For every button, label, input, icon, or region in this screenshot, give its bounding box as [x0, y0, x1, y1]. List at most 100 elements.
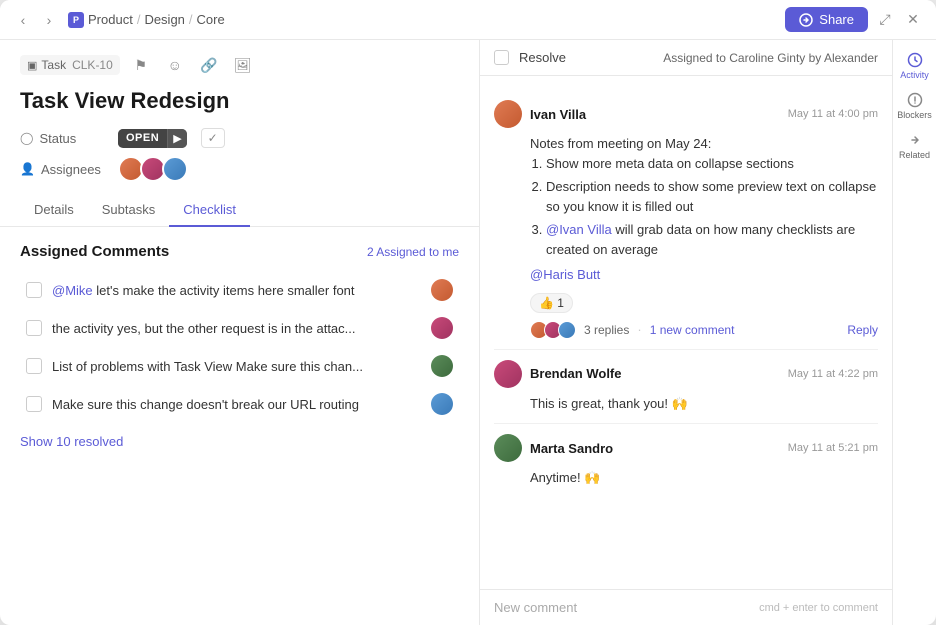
check-box-2[interactable]: [26, 320, 42, 336]
blockers-label: Blockers: [897, 110, 932, 120]
comment-header-brendan: Brendan Wolfe May 11 at 4:22 pm: [494, 360, 878, 388]
status-check-button[interactable]: ✓: [201, 128, 225, 148]
marta-author: Marta Sandro: [530, 441, 613, 456]
tabs: Details Subtasks Checklist: [0, 194, 479, 227]
item-text-1: @Mike let's make the activity items here…: [52, 283, 421, 298]
status-badge[interactable]: OPEN ▶: [118, 129, 187, 148]
item-avatar-1: [431, 279, 453, 301]
breadcrumb-core[interactable]: Core: [197, 12, 225, 27]
flag-button[interactable]: ⚑: [128, 52, 154, 78]
thread-meta: 3 replies · 1 new comment Reply: [494, 321, 878, 339]
list-item-3: @Ivan Villa will grab data on how many c…: [546, 220, 878, 259]
breadcrumb: P Product / Design / Core: [68, 12, 225, 28]
task-meta-bar: ▣ Task CLK-10 ⚑ ☺ 🔗 🖼: [20, 52, 459, 78]
marta-text: Anytime! 🙌: [530, 470, 600, 485]
brendan-body: This is great, thank you! 🙌: [494, 394, 878, 414]
check-box-4[interactable]: [26, 396, 42, 412]
tab-subtasks[interactable]: Subtasks: [88, 194, 169, 227]
reaction-bar: 👍 1: [494, 293, 878, 313]
brendan-author: Brendan Wolfe: [530, 366, 622, 381]
list-item-2: Description needs to show some preview t…: [546, 177, 878, 216]
show-resolved-link[interactable]: Show 10 resolved: [20, 434, 459, 449]
breadcrumb-sep-2: /: [189, 12, 193, 27]
tab-details[interactable]: Details: [20, 194, 88, 227]
task-type-badge: ▣ Task CLK-10: [20, 55, 120, 75]
item-text-2: the activity yes, but the other request …: [52, 321, 421, 336]
expand-button[interactable]: ⤢: [874, 9, 896, 31]
titlebar-actions: Share ⤢ ✕: [785, 7, 924, 32]
assigned-badge[interactable]: 2 Assigned to me: [367, 245, 459, 259]
thread-avatars: [530, 321, 576, 339]
activity-label: Activity: [900, 70, 929, 80]
status-text: OPEN: [118, 129, 167, 147]
close-button[interactable]: ✕: [902, 9, 924, 31]
checklist-item[interactable]: Make sure this change doesn't break our …: [20, 386, 459, 422]
assignees-icon: 👤: [20, 162, 35, 176]
item-text-4: Make sure this change doesn't break our …: [52, 397, 421, 412]
status-label: ◯ Status: [20, 131, 110, 146]
titlebar: ‹ › P Product / Design / Core Share ⤢ ✕: [0, 0, 936, 40]
resolve-checkbox[interactable]: [494, 50, 509, 65]
list-item-1: Show more meta data on collapse sections: [546, 154, 878, 174]
task-title: Task View Redesign: [20, 88, 459, 114]
avatar-3: [162, 156, 188, 182]
main-layout: ▣ Task CLK-10 ⚑ ☺ 🔗 🖼 Task View Redesign: [0, 40, 936, 625]
right-layout: Resolve Assigned to Caroline Ginty by Al…: [480, 40, 936, 625]
section-title: Assigned Comments: [20, 243, 169, 260]
comment-input-area: cmd + enter to comment: [480, 589, 892, 625]
thread-replies[interactable]: 3 replies: [584, 323, 629, 337]
left-panel: ▣ Task CLK-10 ⚑ ☺ 🔗 🖼 Task View Redesign: [0, 40, 480, 625]
check-box-1[interactable]: [26, 282, 42, 298]
emoji-button[interactable]: ☺: [162, 52, 188, 78]
share-button[interactable]: Share: [785, 7, 868, 32]
link-button[interactable]: 🔗: [196, 52, 222, 78]
blockers-icon: [907, 92, 923, 108]
breadcrumb-design[interactable]: Design: [144, 12, 184, 27]
ivan-avatar: [494, 100, 522, 128]
activity-sidebar-button[interactable]: Activity: [897, 48, 933, 84]
back-button[interactable]: ‹: [12, 9, 34, 31]
section-header: Assigned Comments 2 Assigned to me: [20, 243, 459, 260]
tab-checklist[interactable]: Checklist: [169, 194, 250, 227]
nav-buttons: ‹ ›: [12, 9, 60, 31]
item-text-3: List of problems with Task View Make sur…: [52, 359, 421, 374]
reply-link[interactable]: Reply: [847, 323, 878, 337]
related-label: Related: [899, 150, 930, 160]
comment-item-brendan: Brendan Wolfe May 11 at 4:22 pm This is …: [494, 350, 878, 425]
status-field: ◯ Status OPEN ▶ ✓: [20, 128, 459, 148]
related-icon: [907, 132, 923, 148]
thumbsup-reaction[interactable]: 👍 1: [530, 293, 573, 313]
task-id: CLK-10: [72, 58, 113, 72]
activity-icon: [907, 52, 923, 68]
resolve-label: Resolve: [519, 50, 566, 65]
check-box-3[interactable]: [26, 358, 42, 374]
assignees-list: [118, 156, 188, 182]
related-sidebar-button[interactable]: Related: [897, 128, 933, 164]
brendan-avatar: [494, 360, 522, 388]
resolve-bar: Resolve Assigned to Caroline Ginty by Al…: [480, 40, 892, 76]
image-button[interactable]: 🖼: [230, 52, 256, 78]
assigned-info: Assigned to Caroline Ginty by Alexander: [663, 51, 878, 65]
breadcrumb-sep-1: /: [137, 12, 141, 27]
sidebar-icons: Activity Blockers Related: [892, 40, 936, 625]
blockers-sidebar-button[interactable]: Blockers: [897, 88, 933, 124]
thread-new-comment[interactable]: 1 new comment: [650, 323, 735, 337]
ivan-tag[interactable]: @Haris Butt: [530, 265, 878, 285]
checklist-item[interactable]: the activity yes, but the other request …: [20, 310, 459, 346]
ivan-author: Ivan Villa: [530, 107, 586, 122]
share-icon: [799, 13, 813, 27]
breadcrumb-product[interactable]: Product: [88, 12, 133, 27]
checklist-item[interactable]: List of problems with Task View Make sur…: [20, 348, 459, 384]
checklist-content: Assigned Comments 2 Assigned to me @Mike…: [0, 227, 479, 625]
marta-avatar: [494, 434, 522, 462]
comment-input[interactable]: [494, 600, 751, 615]
marta-body: Anytime! 🙌: [494, 468, 878, 488]
checklist-item[interactable]: @Mike let's make the activity items here…: [20, 272, 459, 308]
item-avatar-2: [431, 317, 453, 339]
checklist-items: @Mike let's make the activity items here…: [20, 272, 459, 422]
forward-button[interactable]: ›: [38, 9, 60, 31]
comment-shortcut: cmd + enter to comment: [759, 602, 878, 614]
ivan-intro: Notes from meeting on May 24:: [530, 134, 878, 154]
comment-item-marta: Marta Sandro May 11 at 5:21 pm Anytime! …: [494, 424, 878, 498]
assignees-label: 👤 Assignees: [20, 162, 110, 177]
